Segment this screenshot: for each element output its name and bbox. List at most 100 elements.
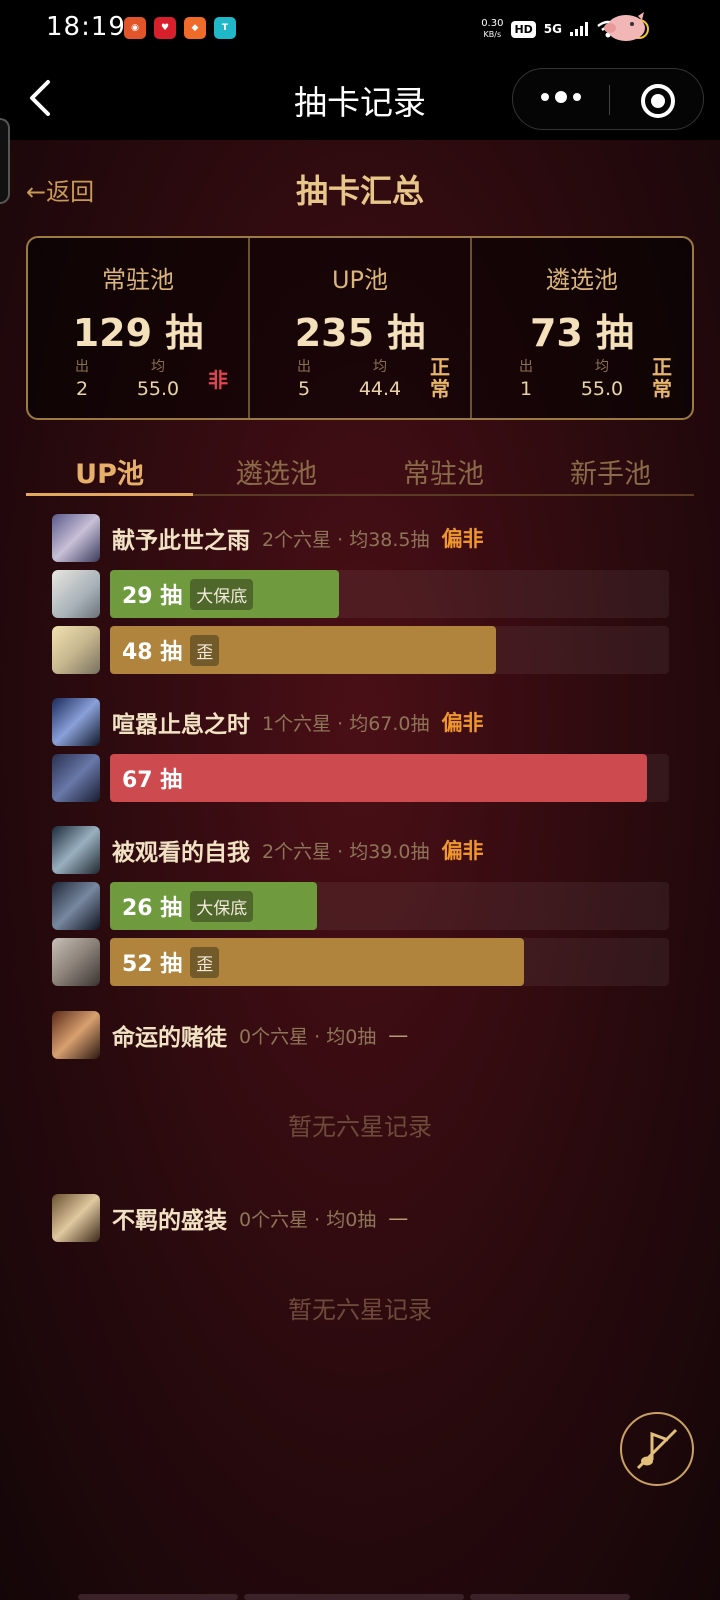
net-speed-unit: KB/s [483, 30, 502, 39]
character-avatar [52, 570, 100, 618]
empty-state: 暂无六星记录 [288, 1296, 432, 1324]
banner-header: 不羁的盛装 0个六星 · 均0抽 — [52, 1193, 408, 1243]
close-target-icon[interactable] [641, 84, 675, 118]
app-notification-icon: T [214, 17, 236, 39]
status-bar: 18:19 ◉ ♥ ◆ T 0.30 KB/s HD 5G [0, 0, 720, 56]
banner-stat: 0个六星 · 均0抽 [239, 1025, 377, 1048]
stat-avg-value: 55.0 [580, 378, 624, 400]
off-rate-badge: 歪 [190, 634, 220, 666]
scroll-indicator [78, 1594, 238, 1600]
character-avatar [52, 938, 100, 986]
tab-beginner[interactable]: 新手池 [527, 446, 694, 494]
banner-verdict: 偏非 [441, 839, 484, 863]
pool-count: 235 抽 [294, 311, 426, 355]
pool-name: UP池 [331, 266, 389, 294]
music-off-icon [636, 1428, 678, 1470]
character-avatar [52, 754, 100, 802]
stat-avg-label: 均 [151, 359, 165, 375]
banner-header: 命运的赌徒 0个六星 · 均0抽 — [52, 1010, 408, 1060]
banner-name: 喧嚣止息之时 [112, 712, 250, 738]
pull-bar: 48 抽 歪 [110, 626, 496, 674]
signal-icon [570, 22, 588, 36]
stat-avg-value: 44.4 [358, 378, 402, 400]
banner-avatar [52, 698, 100, 746]
app-notification-icon: ♥ [154, 17, 176, 39]
pull-row: 26 抽 大保底 [52, 882, 669, 930]
stat-avg-label: 均 [373, 359, 387, 375]
network-type: 5G [543, 22, 562, 36]
stat-out: 出 5 [274, 356, 334, 400]
net-speed: 0.30 KB/s [481, 18, 503, 40]
stat-out-label: 出 [297, 359, 311, 375]
app-notification-icon: ◉ [124, 17, 146, 39]
pool-count: 73 抽 [529, 311, 635, 355]
net-speed-value: 0.30 [481, 18, 504, 29]
pull-bar: 26 抽 大保底 [110, 882, 317, 930]
stat-out-value: 1 [519, 378, 533, 400]
pull-row: 52 抽 歪 [52, 938, 669, 986]
banner-stat: 1个六星 · 均67.0抽 [262, 712, 430, 735]
stat-avg: 均 55.0 [128, 356, 188, 400]
stat-avg-label: 均 [595, 359, 609, 375]
banner-name: 献予此世之雨 [112, 528, 250, 554]
more-dots-icon[interactable] [541, 91, 581, 103]
banner-stat: 2个六星 · 均38.5抽 [262, 528, 430, 551]
pull-count: 52 抽 [122, 952, 183, 977]
nav-bar: 抽卡记录 [0, 56, 720, 204]
pull-count: 67 抽 [122, 768, 183, 793]
stat-avg: 均 55.0 [572, 356, 632, 400]
banner-name: 不羁的盛装 [112, 1208, 227, 1234]
stat-out-label: 出 [519, 359, 533, 375]
banner-avatar [52, 1011, 100, 1059]
banner-header: 被观看的自我 2个六星 · 均39.0抽 偏非 [52, 825, 484, 875]
pool-name: 常驻池 [102, 266, 174, 294]
stat-avg: 均 44.4 [350, 356, 410, 400]
empty-state: 暂无六星记录 [288, 1113, 432, 1141]
banner-header: 献予此世之雨 2个六星 · 均38.5抽 偏非 [52, 513, 484, 563]
banner-avatar [52, 514, 100, 562]
page-title: 抽卡汇总 [295, 172, 424, 210]
banner-verdict: — [388, 1206, 409, 1230]
tab-up[interactable]: UP池 [26, 446, 193, 496]
hd-icon: HD [511, 20, 536, 38]
pool-name: 遴选池 [546, 266, 618, 294]
pull-track: 52 抽 歪 [110, 938, 669, 986]
pool-tabs: UP池 遴选池 常驻池 新手池 [26, 446, 694, 496]
scroll-indicator [244, 1594, 464, 1600]
character-avatar [52, 882, 100, 930]
banner-avatar [52, 826, 100, 874]
pull-track: 29 抽 大保底 [110, 570, 669, 618]
banner-name: 被观看的自我 [112, 840, 250, 866]
mini-program-capsule [512, 68, 704, 130]
luck-tag: 非 [208, 368, 228, 392]
pull-track: 48 抽 歪 [110, 626, 669, 674]
pool-count: 129 抽 [72, 311, 204, 355]
stat-out: 出 1 [496, 356, 556, 400]
pull-row: 48 抽 歪 [52, 626, 669, 674]
stat-out-value: 5 [297, 378, 311, 400]
luck-tag: 正常 [652, 355, 672, 401]
capsule-divider [609, 85, 610, 115]
summary-panel: 常驻池 129 抽 出 2 均 55.0 非 UP池 235 抽 出 5 均 4… [26, 236, 694, 420]
pull-bar: 29 抽 大保底 [110, 570, 340, 618]
banner-avatar [52, 1194, 100, 1242]
luck-tag: 正常 [430, 355, 450, 401]
music-toggle-button[interactable] [620, 1412, 694, 1486]
pull-bar: 67 抽 [110, 754, 647, 802]
pity-badge: 大保底 [190, 578, 254, 610]
pull-count: 26 抽 [122, 896, 183, 921]
tab-standard[interactable]: 常驻池 [360, 446, 527, 494]
summary-card-standard: 常驻池 129 抽 出 2 均 55.0 非 [28, 238, 250, 418]
banner-verdict: 偏非 [441, 527, 484, 551]
scroll-indicator [470, 1594, 630, 1600]
stat-out: 出 2 [52, 356, 112, 400]
character-avatar [52, 626, 100, 674]
stat-out-label: 出 [75, 359, 89, 375]
banner-verdict: — [388, 1023, 409, 1047]
pull-bar: 52 抽 歪 [110, 938, 524, 986]
app-notification-icon: ◆ [184, 17, 206, 39]
tab-select[interactable]: 遴选池 [193, 446, 360, 494]
banner-verdict: 偏非 [441, 711, 484, 735]
banner-stat: 0个六星 · 均0抽 [239, 1208, 377, 1231]
pity-badge: 大保底 [190, 890, 254, 922]
